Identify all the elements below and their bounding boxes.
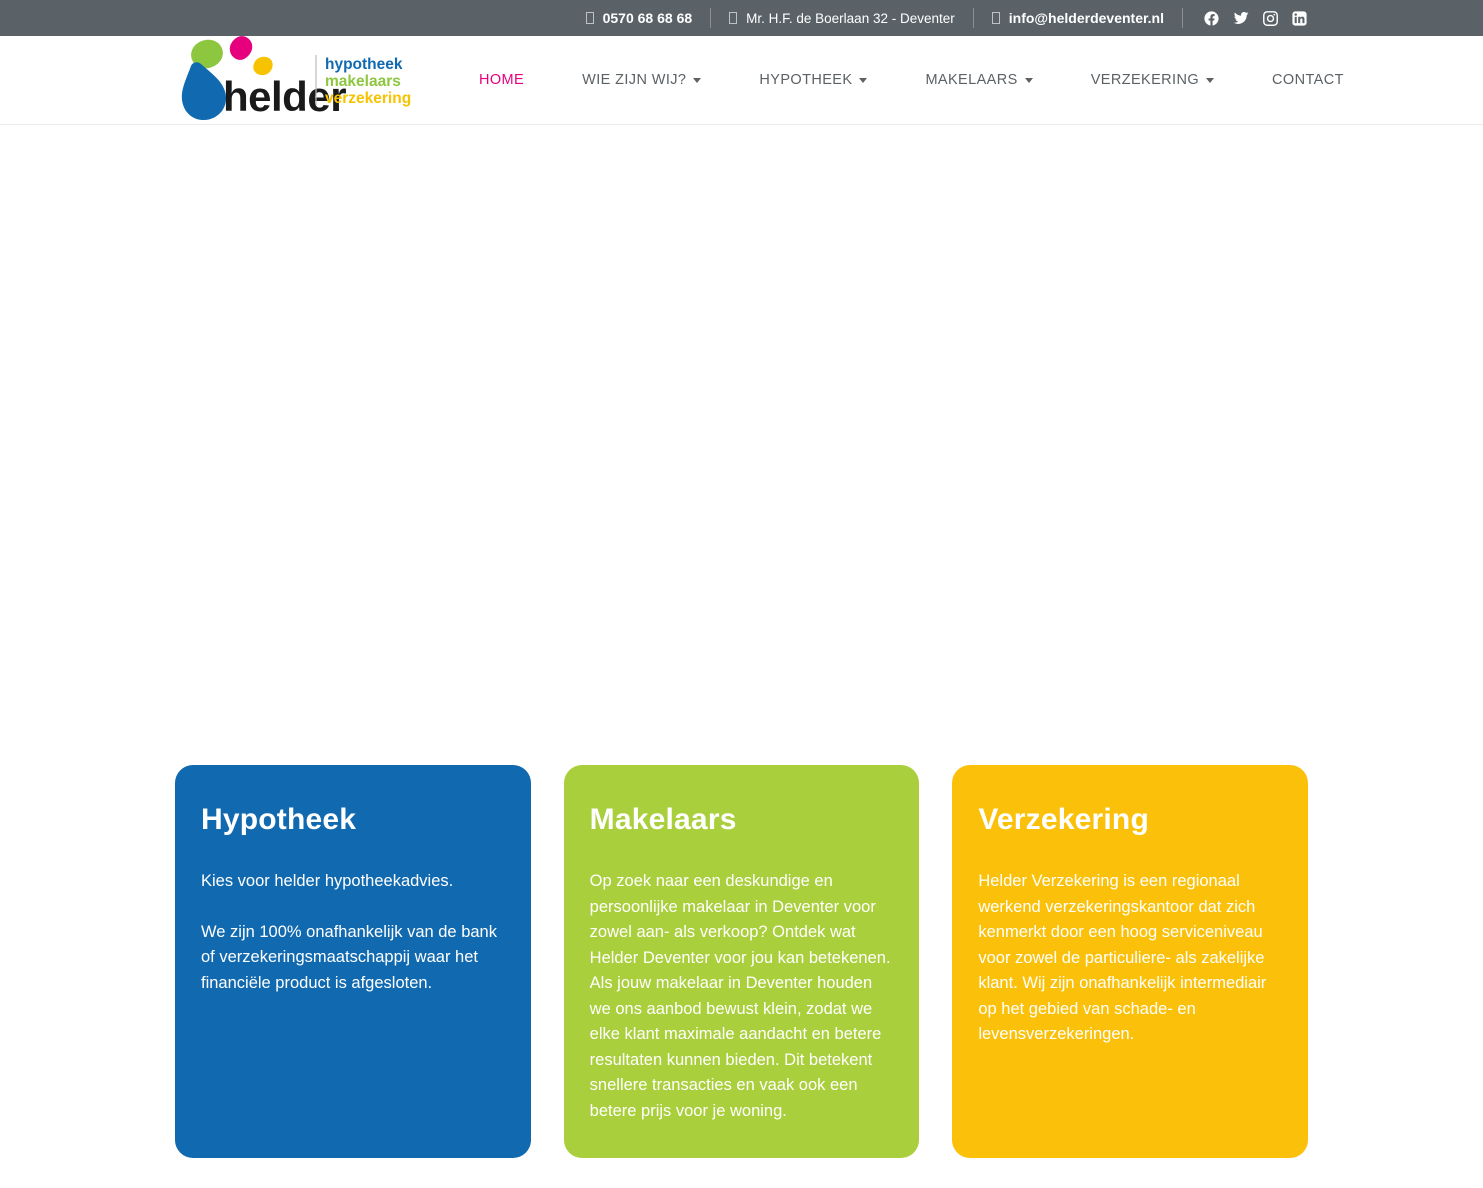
card-title: Verzekering [978,803,1149,836]
card-body: Kies voor helder hypotheekadvies. We zij… [201,869,503,996]
topbar-email-link[interactable]: info@helderdeventer.nl [978,10,1178,26]
hero-region [0,125,1483,765]
envelope-icon [991,12,1000,24]
chevron-down-icon [1206,77,1215,83]
topbar-address-label: Mr. H.F. de Boerlaan 32 - Deventer [746,10,955,26]
card-paragraph: We zijn 100% onafhankelijk van de bank o… [201,922,497,992]
card-verzekering[interactable]: Verzekering Helder Verzekering is een re… [952,765,1309,1158]
topbar-phone-link[interactable]: 0570 68 68 68 [572,10,707,26]
phone-icon [585,12,594,24]
topbar-divider [1182,8,1183,28]
svg-text:makelaars: makelaars [325,73,401,90]
topbar-contact-group: 0570 68 68 68 Mr. H.F. de Boerlaan 32 - … [572,0,1308,36]
svg-text:hypotheek: hypotheek [325,56,403,73]
card-paragraph: Helder Verzekering is een regionaal werk… [978,872,1267,1043]
topbar-phone-label: 0570 68 68 68 [602,10,693,26]
card-hypotheek[interactable]: Hypotheek Kies voor helder hypotheekadvi… [175,765,531,1158]
card-paragraph: Kies voor helder hypotheekadvies. [201,872,454,890]
main-navigation: HOME WIE ZIJN WIJ? HYPOTHEEK MAKELAARS V… [450,72,1373,88]
card-title: Hypotheek [201,803,357,836]
nav-item-contact[interactable]: CONTACT [1243,72,1373,88]
linkedin-icon[interactable] [1291,10,1308,27]
nav-item-verzekering[interactable]: VERZEKERING [1062,72,1243,88]
nav-item-home[interactable]: HOME [450,72,553,88]
site-logo[interactable]: helder hypotheek makelaars verzekering [175,33,413,125]
top-utility-bar: 0570 68 68 68 Mr. H.F. de Boerlaan 32 - … [0,0,1483,36]
map-marker-icon [729,12,738,24]
twitter-icon[interactable] [1232,9,1250,27]
topbar-address-link[interactable]: Mr. H.F. de Boerlaan 32 - Deventer [715,11,969,26]
nav-item-label: HOME [479,72,525,88]
card-makelaars[interactable]: Makelaars Op zoek naar een deskundige en… [563,765,920,1158]
card-paragraph: Op zoek naar een deskundige en persoonli… [589,872,891,1120]
instagram-icon[interactable] [1262,10,1279,27]
nav-item-makelaars[interactable]: MAKELAARS [896,72,1061,88]
service-cards: Hypotheek Kies voor helder hypotheekadvi… [0,765,1483,1158]
topbar-divider [972,8,974,28]
card-body: Op zoek naar een deskundige en persoonli… [590,869,892,1124]
chevron-down-icon [1024,77,1033,83]
nav-item-label: HYPOTHEEK [759,72,853,88]
topbar-divider [710,8,712,28]
nav-item-hypotheek[interactable]: HYPOTHEEK [730,72,896,88]
nav-item-label: CONTACT [1272,72,1344,88]
card-body: Helder Verzekering is een regionaal werk… [978,869,1280,1048]
site-header: helder hypotheek makelaars verzekering H… [0,36,1483,125]
social-links [1187,9,1308,27]
chevron-down-icon [859,77,868,83]
svg-text:verzekering: verzekering [325,90,411,107]
nav-item-label: MAKELAARS [925,72,1018,88]
nav-item-label: VERZEKERING [1090,72,1200,88]
facebook-icon[interactable] [1203,10,1220,27]
chevron-down-icon [693,77,702,83]
topbar-email-label: info@helderdeventer.nl [1008,10,1164,26]
card-title: Makelaars [589,803,737,836]
nav-item-wie-zijn-wij[interactable]: WIE ZIJN WIJ? [553,72,730,88]
nav-item-label: WIE ZIJN WIJ? [582,72,687,88]
